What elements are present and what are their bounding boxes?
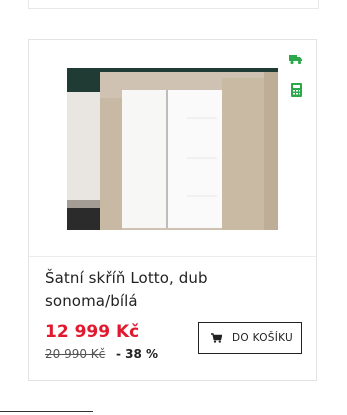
add-to-cart-label: DO KOŠÍKU [232,332,294,344]
calculator-icon [291,83,302,97]
product-image[interactable] [67,68,278,230]
add-to-cart-button[interactable]: DO KOŠÍKU [198,322,302,354]
discount-badge: - 38 % [116,347,159,361]
cart-icon [211,333,222,343]
divider [0,411,93,412]
product-card[interactable]: Šatní skříň Lotto, dub sonoma/bílá 12 99… [28,39,317,381]
truck-icon [289,55,302,65]
product-title[interactable]: Šatní skříň Lotto, dub sonoma/bílá [45,267,305,313]
product-image-area[interactable] [29,40,316,255]
previous-product-card [28,0,319,9]
divider [29,256,316,257]
product-price: 12 999 Kč [45,322,140,342]
product-old-price: 20 990 Kč [45,347,106,361]
